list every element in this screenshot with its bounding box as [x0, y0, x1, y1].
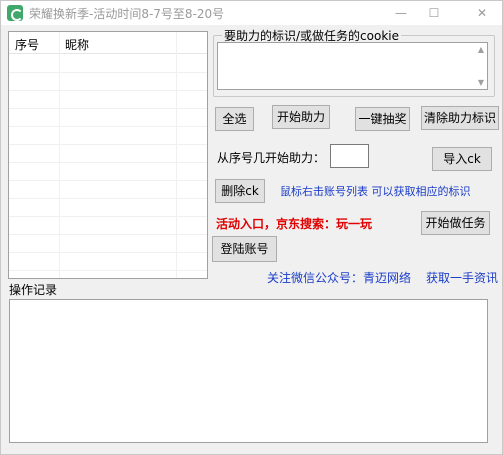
clear-assist-mark-button[interactable]: 清除助力标识 [421, 106, 499, 130]
start-task-button[interactable]: 开始做任务 [421, 211, 490, 235]
list-header: 序号 昵称 [9, 32, 207, 54]
app-logo-icon [7, 5, 23, 21]
account-list[interactable]: 序号 昵称 [8, 31, 208, 279]
minimize-button[interactable]: — [386, 3, 416, 23]
row-gridline [9, 270, 207, 271]
start-index-label: 从序号几开始助力： [217, 151, 326, 165]
column-divider [176, 32, 177, 278]
scroll-up-icon[interactable]: ▲ [478, 45, 484, 54]
login-account-button[interactable]: 登陆账号 [212, 236, 277, 262]
one-click-draw-button[interactable]: 一键抽奖 [355, 107, 410, 131]
select-all-button[interactable]: 全选 [215, 107, 254, 131]
log-title: 操作记录 [9, 283, 58, 297]
start-index-input[interactable] [330, 144, 369, 168]
column-divider [59, 32, 60, 278]
delete-ck-button[interactable]: 删除ck [215, 179, 265, 203]
start-assist-button[interactable]: 开始助力 [272, 105, 330, 129]
get-news-text: 获取一手资讯 [426, 271, 499, 285]
row-gridline [9, 216, 207, 217]
maximize-button[interactable]: ☐ [419, 3, 449, 23]
scroll-down-icon[interactable]: ▼ [478, 78, 484, 87]
import-ck-button[interactable]: 导入ck [432, 147, 492, 171]
column-header-nickname[interactable]: 昵称 [65, 36, 89, 53]
window-title: 荣耀换新季-活动时间8-7号至8-20号 [29, 7, 225, 21]
cookie-textarea[interactable]: ▲ ▼ [217, 42, 488, 90]
app-window: 荣耀换新季-活动时间8-7号至8-20号 — ☐ ✕ 序号 昵称 要助力的标识/… [0, 0, 503, 455]
operation-log-textarea[interactable] [9, 299, 488, 443]
row-gridline [9, 198, 207, 199]
right-click-hint: 鼠标右击账号列表 可以获取相应的标识 [280, 185, 471, 198]
row-gridline [9, 126, 207, 127]
row-gridline [9, 144, 207, 145]
close-button[interactable]: ✕ [467, 3, 497, 23]
row-gridline [9, 162, 207, 163]
row-gridline [9, 108, 207, 109]
title-bar[interactable]: 荣耀换新季-活动时间8-7号至8-20号 — ☐ ✕ [1, 1, 502, 25]
row-gridline [9, 72, 207, 73]
activity-entry-text: 活动入口，京东搜索：玩一玩 [216, 217, 373, 231]
column-header-index[interactable]: 序号 [15, 36, 39, 53]
row-gridline [9, 252, 207, 253]
row-gridline [9, 234, 207, 235]
follow-wechat-text: 关注微信公众号：青迈网络 [267, 271, 412, 285]
row-gridline [9, 180, 207, 181]
row-gridline [9, 90, 207, 91]
